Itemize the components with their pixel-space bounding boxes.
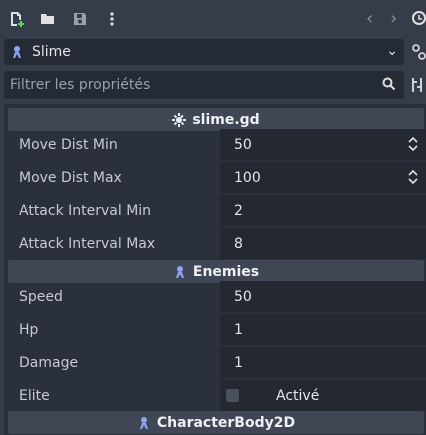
inspector-panel: slime.gd Move Dist Min 50 Move Dist Max … — [4, 104, 426, 435]
character-body-icon — [10, 45, 24, 63]
inspector-toolbar: ‹ › — [0, 0, 426, 37]
section-character-body[interactable]: CharacterBody2D — [8, 411, 424, 434]
character-body-icon — [139, 416, 148, 429]
section-script[interactable]: slime.gd — [8, 108, 424, 131]
property-value-field[interactable]: 50 — [220, 129, 426, 160]
elite-checkbox-field[interactable]: Activé — [220, 380, 426, 411]
checkbox-label: Activé — [276, 388, 320, 404]
more-vertical-icon[interactable] — [102, 9, 122, 29]
tools-icon[interactable] — [410, 76, 426, 96]
property-label: Move Dist Min — [19, 137, 118, 153]
property-row: Hp 1 — [8, 314, 426, 347]
open-folder-icon[interactable] — [38, 9, 58, 29]
property-row: Attack Interval Min 2 — [8, 195, 426, 228]
gear-icon — [172, 112, 187, 127]
section-enemies[interactable]: Enemies — [8, 260, 424, 283]
property-value-field[interactable]: 2 — [220, 195, 426, 226]
property-value: 2 — [234, 203, 243, 219]
property-row: Speed 50 — [8, 281, 426, 314]
object-properties-icon[interactable] — [410, 42, 426, 62]
property-value: 1 — [234, 355, 243, 371]
history-forward-icon[interactable]: › — [390, 8, 397, 29]
section-script-title: slime.gd — [192, 111, 260, 128]
property-label: Attack Interval Max — [19, 236, 156, 252]
property-row: Move Dist Min 50 — [8, 129, 426, 162]
property-value: 8 — [234, 236, 243, 252]
history-icon[interactable] — [410, 10, 426, 30]
node-name: Slime — [32, 44, 71, 60]
property-value-field[interactable]: 1 — [220, 347, 426, 378]
property-value: 100 — [234, 170, 261, 186]
character-body-icon — [175, 265, 184, 278]
section-enemies-title: Enemies — [192, 263, 260, 280]
property-row: Move Dist Max 100 — [8, 162, 426, 195]
property-value-field[interactable]: 8 — [220, 228, 426, 259]
node-selector[interactable]: Slime ⌄ — [4, 39, 404, 65]
property-row: Elite Activé — [8, 380, 426, 413]
spinner-icon[interactable] — [408, 137, 418, 151]
property-value-field[interactable]: 1 — [220, 314, 426, 345]
property-label: Damage — [19, 355, 79, 371]
property-label: Hp — [19, 322, 39, 338]
property-row: Damage 1 — [8, 347, 426, 380]
spinner-icon[interactable] — [408, 170, 418, 184]
property-label: Move Dist Max — [19, 170, 122, 186]
filter-input[interactable] — [4, 71, 370, 99]
section-character-body-title: CharacterBody2D — [156, 414, 296, 431]
save-icon[interactable] — [70, 9, 90, 29]
property-filter[interactable] — [4, 71, 404, 99]
new-resource-icon[interactable] — [6, 9, 26, 29]
property-label: Elite — [19, 388, 50, 404]
elite-checkbox[interactable] — [226, 389, 239, 402]
property-label: Speed — [19, 289, 63, 305]
property-label: Attack Interval Min — [19, 203, 152, 219]
history-back-icon[interactable]: ‹ — [366, 8, 373, 29]
property-value-field[interactable]: 100 — [220, 162, 426, 193]
property-value: 1 — [234, 322, 243, 338]
property-value: 50 — [234, 289, 252, 305]
property-row: Attack Interval Max 8 — [8, 228, 426, 261]
chevron-down-icon[interactable]: ⌄ — [386, 43, 398, 59]
property-value: 50 — [234, 137, 252, 153]
property-value-field[interactable]: 50 — [220, 281, 426, 312]
search-icon — [382, 77, 396, 95]
